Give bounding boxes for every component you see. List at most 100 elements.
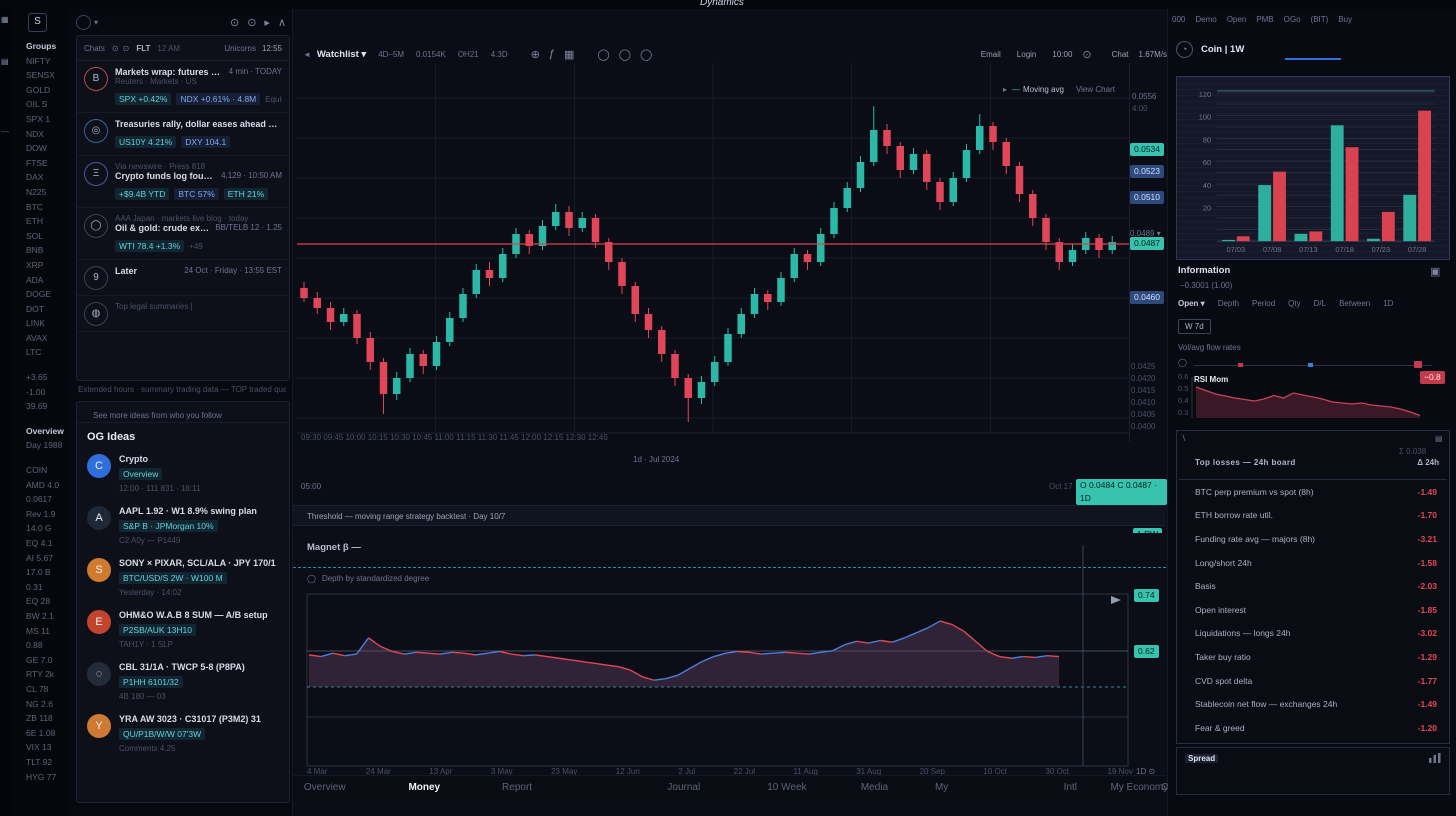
sidebar-item-eth[interactable]: ETH	[26, 214, 70, 229]
news-chip[interactable]: WTI 78.4 +1.3%	[115, 240, 184, 252]
sidebar-item-nifty[interactable]: NIFTY	[26, 54, 70, 69]
bar-buys-07/03[interactable]	[1222, 240, 1235, 241]
sidebar-item-ai-5-67[interactable]: AI 5.67	[26, 551, 70, 566]
sidebar-item-n225[interactable]: N225	[26, 185, 70, 200]
sidebar-item-eq-4-1[interactable]: EQ 4.1	[26, 536, 70, 551]
sidebar-item-ge-7-0[interactable]: GE 7.0	[26, 653, 70, 668]
bar-buys-07/18[interactable]	[1331, 125, 1344, 241]
sidebar-item-oil-s[interactable]: OIL S	[26, 97, 70, 112]
info-panel-icon[interactable]: ▣	[1430, 265, 1440, 278]
menu-item-buy[interactable]: Buy	[1338, 15, 1352, 24]
sidebar-item-dot[interactable]: DOT	[26, 302, 70, 317]
news-footer[interactable]: Extended hours · summary trading data — …	[78, 385, 286, 394]
tab-journal[interactable]: Journal	[667, 782, 700, 793]
back-icon[interactable]: ◄	[303, 50, 311, 59]
panel-avatar[interactable]: ◔	[1176, 41, 1193, 58]
news-item[interactable]: ◯AAA Japan · markets live blog · todayOi…	[77, 208, 289, 260]
sidebar-item-vix-13[interactable]: VIX 13	[26, 740, 70, 755]
dot2-icon[interactable]: ⊙	[123, 44, 130, 53]
idea-item[interactable]: ◌CBL 31/1A · TWCP 5-8 (P8PA)P1HH 6101/32…	[77, 655, 289, 707]
bar-sells-07/03[interactable]	[1237, 236, 1250, 241]
toolbar-right-button[interactable]: 10:00	[1052, 50, 1072, 59]
sidebar-item-day-1988[interactable]: Day 1988	[26, 438, 70, 453]
legend-arrow-icon[interactable]: ▸	[1003, 85, 1007, 94]
legend-extra[interactable]: View Chart	[1076, 85, 1115, 94]
tab-my-economy[interactable]: My Economy	[1110, 782, 1168, 793]
table-row[interactable]: Fear & greed-1.20	[1177, 716, 1449, 740]
table-row[interactable]: Liquidations — longs 24h-3.02	[1177, 622, 1449, 646]
table-row[interactable]: Open interest-1.85	[1177, 598, 1449, 622]
toolbar-right2-button[interactable]: 1.67M/s	[1139, 50, 1167, 59]
news-chip[interactable]: SPX +0.42%	[115, 93, 171, 105]
sidebar-item-btc[interactable]: BTC	[26, 200, 70, 215]
sidebar-item-ndx[interactable]: NDX	[26, 127, 70, 142]
idea-item[interactable]: EOHM&O W.A.B 8 SUM — A/B setupP2SB/AUK 1…	[77, 603, 289, 655]
news-chip[interactable]: +$9.4B YTD	[115, 188, 169, 200]
toolbar-circle-icon[interactable]: ◯	[597, 48, 609, 61]
news-item[interactable]: BMarkets wrap: futures tick higher as yi…	[77, 61, 289, 113]
sidebar-item-ng-2-6[interactable]: NG 2.6	[26, 697, 70, 712]
menu-item-pmb[interactable]: PMB	[1256, 15, 1273, 24]
sidebar-item-eq-28[interactable]: EQ 28	[26, 594, 70, 609]
bar-buys-07/08[interactable]	[1258, 185, 1271, 241]
filter-d-l[interactable]: D/L	[1314, 299, 1326, 308]
menu-item--bit-[interactable]: (BIT)	[1311, 15, 1329, 24]
sidebar-item-zb-118[interactable]: ZB 118	[26, 711, 70, 726]
menu-item-open[interactable]: Open	[1227, 15, 1247, 24]
table-corner-right-icon[interactable]: ▤	[1435, 434, 1443, 443]
toolbar-button[interactable]: OH21	[458, 50, 479, 59]
filter-depth[interactable]: Depth	[1218, 299, 1239, 308]
menu-item-ogo[interactable]: OGo	[1284, 15, 1301, 24]
idea-tag[interactable]: S&P B · JPMorgan 10%	[119, 520, 218, 532]
sidebar-item-0-31[interactable]: 0.31	[26, 580, 70, 595]
chats-label[interactable]: Chats	[84, 44, 105, 53]
sidebar-item-overview[interactable]: Overview	[26, 424, 70, 439]
depth-chart[interactable]	[293, 533, 1166, 775]
filter-qty[interactable]: Qty	[1288, 299, 1300, 308]
volume-bar-chart[interactable]: 1201008060402007/0307/0807/1307/1807/230…	[1177, 77, 1447, 257]
sidebar-item-xrp[interactable]: XRP	[26, 258, 70, 273]
sidebar-item-0-0617[interactable]: 0.0617	[26, 492, 70, 507]
toolbar-icon[interactable]: ƒ	[549, 48, 555, 60]
news-item[interactable]: 9Later24 Oct · Friday · 13:55 EST	[77, 260, 289, 296]
sidebar-item-39-69[interactable]: 39.69	[26, 399, 70, 414]
bar-buys-07/28[interactable]	[1403, 195, 1416, 241]
app-logo[interactable]: S	[28, 13, 47, 32]
strategy-bar[interactable]: Threshold — moving range strategy backte…	[293, 505, 1166, 526]
bar-sells-07/13[interactable]	[1309, 231, 1322, 241]
news-item[interactable]: ◍Top legal summaries |	[77, 296, 289, 332]
table-row[interactable]: Funding rate avg — majors (8h)-3.21	[1177, 527, 1449, 551]
range-chip[interactable]: W 7d	[1178, 319, 1211, 334]
toolbar-button[interactable]: 4D–5M	[378, 50, 404, 59]
idea-item[interactable]: CCryptoOverview12:00 · 111 831 · 18:11	[77, 447, 289, 499]
filter-open-[interactable]: Open ▾	[1178, 299, 1205, 308]
filter-between[interactable]: Between	[1339, 299, 1370, 308]
idea-tag[interactable]: P1HH 6101/32	[119, 676, 183, 688]
news-item[interactable]: ΞVia newswire · Press 818Crypto funds lo…	[77, 156, 289, 208]
toolbar-icon[interactable]: ⊕	[531, 48, 540, 61]
sidebar-item-dow[interactable]: DOW	[26, 141, 70, 156]
sidebar-item-bw-2-1[interactable]: BW 2.1	[26, 609, 70, 624]
table-row[interactable]: ETH borrow rate util.-1.70	[1177, 504, 1449, 528]
sidebar-item-14-0-g[interactable]: 14.0 G	[26, 521, 70, 536]
symbol-selector[interactable]: Watchlist ▾	[317, 49, 366, 60]
toolbar-right2-button[interactable]: Chat	[1112, 50, 1129, 59]
sidebar-item-17-0-b[interactable]: 17.0 B	[26, 565, 70, 580]
tab-my[interactable]: My	[935, 782, 948, 793]
drag-handle-icon[interactable]: —	[1, 127, 9, 136]
tab-report[interactable]: Report	[502, 782, 532, 793]
sidebar-item-link[interactable]: LINK	[26, 316, 70, 331]
sidebar-item-rev-1-9[interactable]: Rev 1.9	[26, 507, 70, 522]
filter-1d[interactable]: 1D	[1383, 299, 1393, 308]
news-chip[interactable]: NDX +0.61% · 4.8M	[176, 93, 260, 105]
idea-item[interactable]: YYRA AW 3023 · C31017 (P3M2) 31QU/P1B/W/…	[77, 707, 289, 759]
sidebar-item-sensx[interactable]: SENSX	[26, 68, 70, 83]
sidebar-item-coin[interactable]: COIN	[26, 463, 70, 478]
candlestick-chart[interactable]	[293, 63, 1167, 442]
idea-item[interactable]: SSONY × PIXAR, SCL/ALA · JPY 170/1BTC/US…	[77, 551, 289, 603]
sidebar-item-ms-11[interactable]: MS 11	[26, 624, 70, 639]
sidebar-item--3-65[interactable]: +3.65	[26, 370, 70, 385]
idea-tag[interactable]: BTC/USD/S 2W · W100 M	[119, 572, 227, 584]
sidebar-item-ftse[interactable]: FTSE	[26, 156, 70, 171]
sidebar-item-amd-4-0[interactable]: AMD 4.0	[26, 478, 70, 493]
